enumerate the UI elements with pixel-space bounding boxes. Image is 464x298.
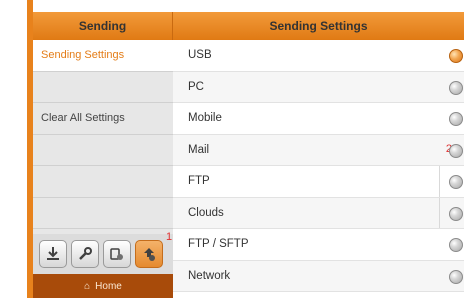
sidebar-item-empty <box>33 198 173 229</box>
setting-label: Clouds <box>188 206 224 219</box>
download-button[interactable] <box>39 240 67 268</box>
sidebar-item-sending-settings[interactable]: Sending Settings <box>33 40 173 72</box>
radio-button[interactable] <box>449 49 463 63</box>
setting-row-ftp-sftp[interactable]: FTP / SFTP <box>173 229 464 261</box>
setting-row-mail[interactable]: Mail 2 <box>173 134 464 166</box>
setting-row-ftp[interactable]: FTP <box>173 166 464 198</box>
upload-settings-button[interactable] <box>135 240 163 268</box>
outer-frame <box>0 0 27 298</box>
radio-button[interactable] <box>449 80 463 95</box>
setting-label: USB <box>188 49 212 62</box>
setting-label: Mobile <box>188 112 222 125</box>
row-divider <box>439 197 440 228</box>
sidebar-toolbar <box>33 234 173 274</box>
setting-label: Network <box>188 269 231 282</box>
tools-button[interactable] <box>71 240 99 268</box>
sidebar-item-empty <box>33 166 173 198</box>
setting-label: FTP <box>188 175 210 188</box>
radio-button[interactable] <box>449 175 463 189</box>
sidebar-item-clear-all-settings[interactable]: Clear All Settings <box>33 103 173 135</box>
home-label: Home <box>95 280 122 292</box>
setting-row-usb[interactable]: USB <box>173 40 464 72</box>
sidebar-item-label: Clear All Settings <box>41 112 125 125</box>
settings-list: USB PC Mobile Mail 2 FTP Clouds FTP / SF… <box>173 40 464 298</box>
radio-button[interactable] <box>449 238 463 252</box>
radio-button[interactable] <box>449 206 463 221</box>
setting-label: PC <box>188 80 204 93</box>
download-icon <box>47 247 59 260</box>
radio-button[interactable] <box>449 269 463 284</box>
sidebar-title: Sending <box>33 12 173 40</box>
setting-row-pc[interactable]: PC <box>173 71 464 103</box>
setting-label: Mail <box>188 143 210 156</box>
row-divider <box>439 166 440 197</box>
home-icon: ⌂ <box>84 280 91 292</box>
upload-settings-icon <box>144 248 155 261</box>
setting-row-clouds[interactable]: Clouds <box>173 197 464 229</box>
sidebar-item-label: Sending Settings <box>41 49 125 62</box>
radio-button[interactable] <box>449 112 463 126</box>
home-button[interactable]: ⌂ Home <box>33 274 173 298</box>
setting-row-network[interactable]: Network <box>173 260 464 292</box>
device-settings-button[interactable] <box>103 240 131 268</box>
setting-row-mobile[interactable]: Mobile <box>173 103 464 135</box>
device-settings-icon <box>110 248 123 260</box>
wrench-icon <box>79 247 92 260</box>
sidebar-item-empty <box>33 72 173 103</box>
sidebar-item-empty <box>33 135 173 166</box>
setting-label: FTP / SFTP <box>188 238 249 251</box>
radio-button[interactable] <box>449 143 463 158</box>
header-bar: Sending Sending Settings <box>33 12 464 40</box>
page-title: Sending Settings <box>269 19 368 33</box>
top-frame <box>33 0 464 12</box>
callout-number: 1 <box>166 231 173 243</box>
